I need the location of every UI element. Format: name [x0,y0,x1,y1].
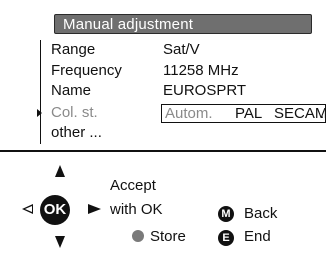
page-title: Manual adjustment [63,16,194,33]
store-hint: Store [150,228,186,245]
end-hint: End [244,228,271,245]
accept-hint-line2: with OK [110,201,163,218]
left-arrow-inner [25,206,32,212]
right-arrow-icon [88,204,101,214]
divider [0,150,326,152]
menu-item-label: other ... [51,124,102,141]
color-standard-selector[interactable]: Autom. PAL SECAM . [161,104,326,123]
option-pal[interactable]: PAL [235,105,262,122]
option-autom[interactable]: Autom. [165,105,213,122]
menu-item-value: 11258 MHz [163,62,239,79]
menu-item-label: Range [51,41,96,58]
up-arrow-icon [55,165,65,177]
e-key-icon: E [218,230,234,246]
menu-item-value: Sat/V [163,41,200,58]
option-more: . [320,105,325,122]
menu-item-value: EUROSPRT [163,82,247,99]
menu-item-label: Frequency [51,62,122,79]
menu-item-label: Col. st. [51,104,98,121]
option-secam[interactable]: SECAM [274,105,326,122]
store-dot-icon [132,230,144,242]
menu-title-bar: Manual adjustment [54,14,312,34]
menu-bracket-line [40,40,41,144]
down-arrow-icon [55,236,65,248]
ok-key-icon: OK [40,195,70,225]
selection-arrow-icon [37,109,42,117]
accept-hint-line1: Accept [110,177,156,194]
m-key-icon: M [218,206,234,222]
menu-item-label: Name [51,82,92,99]
back-hint: Back [244,205,278,222]
